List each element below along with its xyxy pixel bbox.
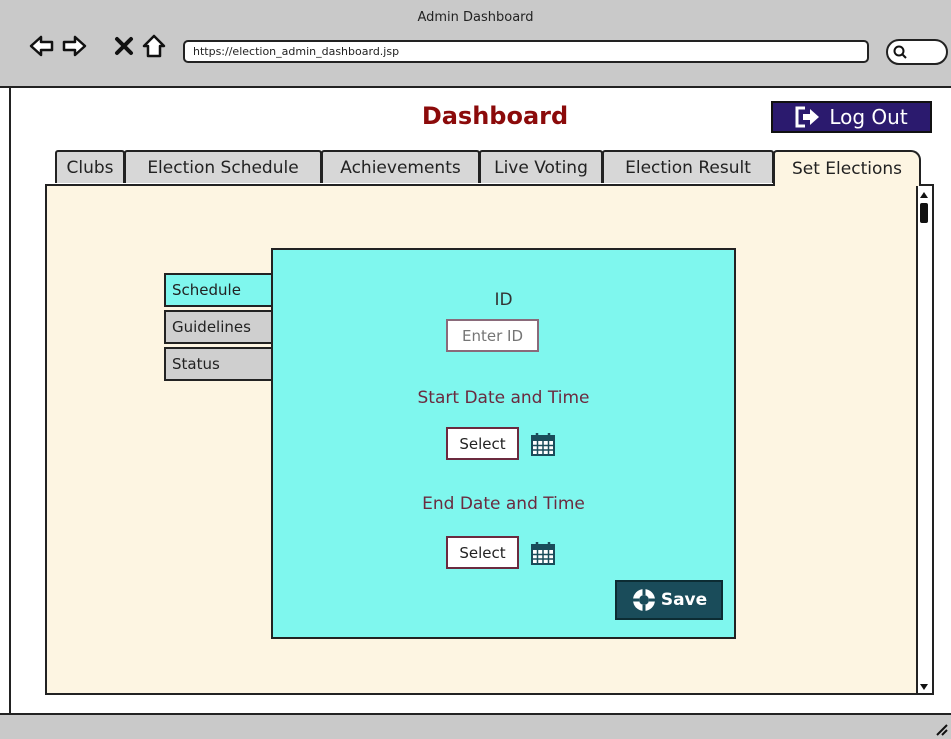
status-bar — [0, 713, 951, 739]
save-button[interactable]: Save — [615, 580, 723, 620]
scroll-thumb[interactable] — [920, 203, 928, 223]
side-tab-schedule[interactable]: Schedule — [164, 273, 276, 307]
page-title: Dashboard — [421, 102, 569, 130]
tab-achievements[interactable]: Achievements — [321, 150, 480, 183]
tab-set-elections[interactable]: Set Elections — [773, 150, 921, 186]
scroll-down-icon[interactable] — [919, 682, 929, 692]
scroll-up-icon[interactable] — [919, 190, 929, 200]
lifebuoy-icon — [632, 589, 655, 611]
close-icon[interactable] — [110, 32, 138, 60]
end-date-label: End Date and Time — [422, 494, 585, 514]
logout-button[interactable]: Log Out — [771, 101, 932, 133]
window-title: Admin Dashboard — [417, 10, 534, 25]
tab-live-voting[interactable]: Live Voting — [479, 150, 603, 183]
logout-icon — [795, 106, 820, 128]
search-icon — [893, 45, 907, 59]
id-label: ID — [494, 290, 513, 310]
logout-label: Log Out — [829, 105, 908, 129]
calendar-icon[interactable] — [530, 431, 556, 457]
save-label: Save — [660, 590, 708, 610]
end-date-select[interactable]: Select — [446, 536, 519, 569]
browser-search-field[interactable] — [886, 39, 948, 65]
side-tab-status[interactable]: Status — [164, 347, 276, 381]
back-arrow-icon[interactable] — [28, 32, 56, 60]
tab-election-schedule[interactable]: Election Schedule — [124, 150, 322, 183]
forward-arrow-icon[interactable] — [60, 32, 88, 60]
id-input[interactable] — [446, 319, 539, 352]
calendar-icon[interactable] — [530, 540, 556, 566]
start-date-label: Start Date and Time — [417, 388, 590, 408]
resize-grip-icon[interactable] — [934, 722, 948, 736]
start-date-select[interactable]: Select — [446, 427, 519, 460]
vertical-scrollbar[interactable] — [916, 186, 932, 693]
page-border — [9, 88, 11, 739]
tab-clubs[interactable]: Clubs — [55, 150, 125, 183]
tab-election-result[interactable]: Election Result — [602, 150, 774, 183]
home-icon[interactable] — [140, 32, 168, 60]
address-bar[interactable]: https://election_admin_dashboard.jsp — [183, 40, 869, 63]
side-tab-guidelines[interactable]: Guidelines — [164, 310, 276, 344]
